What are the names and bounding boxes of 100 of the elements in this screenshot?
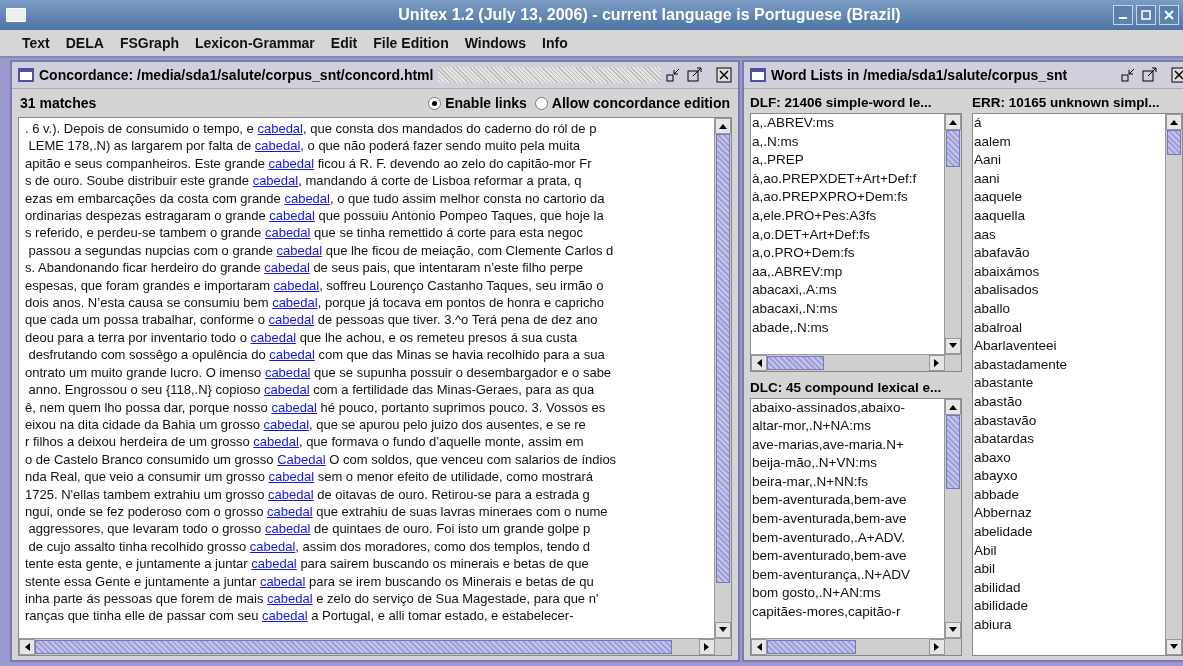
minimize-icon[interactable] <box>1121 67 1137 83</box>
list-item[interactable]: abilidade <box>974 597 1165 617</box>
maximize-icon[interactable] <box>1142 67 1158 83</box>
minimize-icon[interactable] <box>666 67 682 83</box>
radio-option[interactable]: Allow concordance edition <box>534 95 730 111</box>
list-item[interactable]: bem-aventurada,bem-ave <box>752 510 944 529</box>
scroll-right-icon[interactable] <box>929 354 945 371</box>
match-link[interactable]: cabedal <box>268 155 315 171</box>
scroll-down-icon[interactable] <box>945 337 961 354</box>
list-item[interactable]: a,o.DET+Art+Def:fs <box>752 225 944 245</box>
match-link[interactable]: cabedal <box>272 295 318 311</box>
match-link[interactable]: cabedal <box>250 329 297 345</box>
match-link[interactable]: cabedal <box>264 225 311 241</box>
match-link[interactable]: cabedal <box>271 399 317 415</box>
scrollbar-thumb[interactable] <box>767 355 824 370</box>
close-icon[interactable] <box>716 67 732 83</box>
list-item[interactable]: Aani <box>974 151 1165 170</box>
title-bar-grip[interactable] <box>438 67 661 83</box>
list-item[interactable]: bem-aventurado,bem-ave <box>752 547 944 566</box>
list-item[interactable]: aas <box>974 225 1165 245</box>
list-item[interactable]: abayxo <box>974 467 1165 486</box>
list-item[interactable]: a,.N:ms <box>752 132 944 152</box>
radio-icon[interactable] <box>428 96 442 110</box>
menu-item[interactable]: Info <box>542 35 568 51</box>
scroll-left-icon[interactable] <box>19 639 35 655</box>
scroll-right-icon[interactable] <box>699 639 715 655</box>
menu-item[interactable]: File Edition <box>373 35 449 51</box>
list-item[interactable]: ave-marias,ave-maria.N+ <box>752 435 944 455</box>
match-link[interactable]: cabedal <box>269 347 315 363</box>
list-item[interactable]: abbade <box>974 485 1165 505</box>
close-icon[interactable] <box>1171 67 1183 83</box>
list-item[interactable]: capitães-mores,capitão-r <box>752 603 944 622</box>
match-link[interactable]: cabedal <box>264 382 310 398</box>
match-link[interactable]: cabedal <box>259 573 306 589</box>
scroll-up-icon[interactable] <box>945 398 961 415</box>
scrollbar-thumb[interactable] <box>716 134 730 583</box>
vertical-scrollbar[interactable] <box>944 398 961 638</box>
list-item[interactable]: a,.ABREV:ms <box>752 114 944 133</box>
vertical-scrollbar[interactable] <box>714 118 731 638</box>
list-item[interactable]: abastadamente <box>974 355 1165 375</box>
scrollbar-thumb[interactable] <box>946 414 960 490</box>
list-item[interactable]: abacaxi,.N:ms <box>752 299 944 319</box>
scroll-right-icon[interactable] <box>929 639 945 655</box>
list-item[interactable]: a,o.PRO+Dem:fs <box>752 244 944 263</box>
horizontal-scrollbar[interactable] <box>751 638 961 655</box>
list-item[interactable]: aballo <box>974 299 1165 319</box>
list-item[interactable]: abaxo <box>974 448 1165 468</box>
list-item[interactable]: abade,.N:ms <box>752 318 944 338</box>
match-link[interactable]: cabedal <box>251 556 297 572</box>
list-item[interactable]: a,ele.PRO+Pes:A3fs <box>752 206 944 226</box>
list-item[interactable]: abafavão <box>974 244 1165 263</box>
match-link[interactable]: cabedal <box>284 190 330 206</box>
list-item[interactable]: altar-mor,.N+NA:ms <box>752 417 944 436</box>
list-item[interactable]: á <box>974 114 1165 133</box>
list-item[interactable]: beira-mar,.N+NN:fs <box>752 472 944 492</box>
list-item[interactable]: bom gosto,.N+AN:ms <box>752 584 944 604</box>
maximize-icon[interactable] <box>687 67 703 83</box>
match-link[interactable]: cabedal <box>268 486 314 502</box>
list-item[interactable]: à,ao.PREPXDET+Art+Def:f <box>752 169 944 189</box>
scroll-up-icon[interactable] <box>1166 114 1182 130</box>
scroll-down-icon[interactable] <box>945 622 961 638</box>
list-item[interactable]: aa,.ABREV:mp <box>752 262 944 282</box>
match-link[interactable]: cabedal <box>276 242 323 258</box>
vertical-scrollbar[interactable] <box>1165 114 1182 655</box>
list-item[interactable]: abelidade <box>974 523 1165 542</box>
match-link[interactable]: cabedal <box>264 521 311 537</box>
scrollbar-thumb[interactable] <box>1167 130 1181 156</box>
list-item[interactable]: abalisados <box>974 281 1165 300</box>
minimize-icon[interactable] <box>1113 5 1133 25</box>
match-link[interactable]: cabedal <box>264 364 311 380</box>
match-link[interactable]: cabedal <box>268 312 315 328</box>
scroll-down-icon[interactable] <box>1166 639 1182 655</box>
list-item[interactable]: abaixo-assinados,abaixo- <box>752 398 944 418</box>
list-item[interactable]: bem-aventurado,.A+ADV. <box>752 528 944 548</box>
match-link[interactable]: cabedal <box>267 590 313 606</box>
list-item[interactable]: abastante <box>974 374 1165 393</box>
list-item[interactable]: abastão <box>974 392 1165 412</box>
menu-item[interactable]: FSGraph <box>119 35 179 51</box>
list-item[interactable]: abilidad <box>974 578 1165 598</box>
match-link[interactable]: cabedal <box>264 260 310 276</box>
list-item[interactable]: Abil <box>974 541 1165 561</box>
match-link[interactable]: cabedal <box>253 434 299 450</box>
list-item[interactable]: abiura <box>974 616 1165 635</box>
match-link[interactable]: cabedal <box>257 121 303 136</box>
menu-item[interactable]: DELA <box>65 35 104 51</box>
radio-icon[interactable] <box>534 96 548 110</box>
menu-item[interactable]: Windows <box>464 35 527 51</box>
list-item[interactable]: aaquele <box>974 188 1165 207</box>
radio-option[interactable]: Enable links <box>428 95 527 111</box>
match-link[interactable]: cabedal <box>268 469 315 485</box>
list-item[interactable]: abacaxi,.A:ms <box>752 281 944 300</box>
list-item[interactable]: beija-mão,.N+VN:ms <box>752 454 944 473</box>
list-item[interactable]: abaixámos <box>974 262 1165 282</box>
scrollbar-thumb[interactable] <box>767 640 857 654</box>
scroll-left-icon[interactable] <box>751 639 767 655</box>
scrollbar-thumb[interactable] <box>35 640 673 654</box>
menu-item[interactable]: Edit <box>330 35 358 51</box>
list-item[interactable]: Abarlaventeei <box>974 337 1165 356</box>
scroll-up-icon[interactable] <box>945 114 961 130</box>
match-link[interactable]: cabedal <box>269 208 315 224</box>
